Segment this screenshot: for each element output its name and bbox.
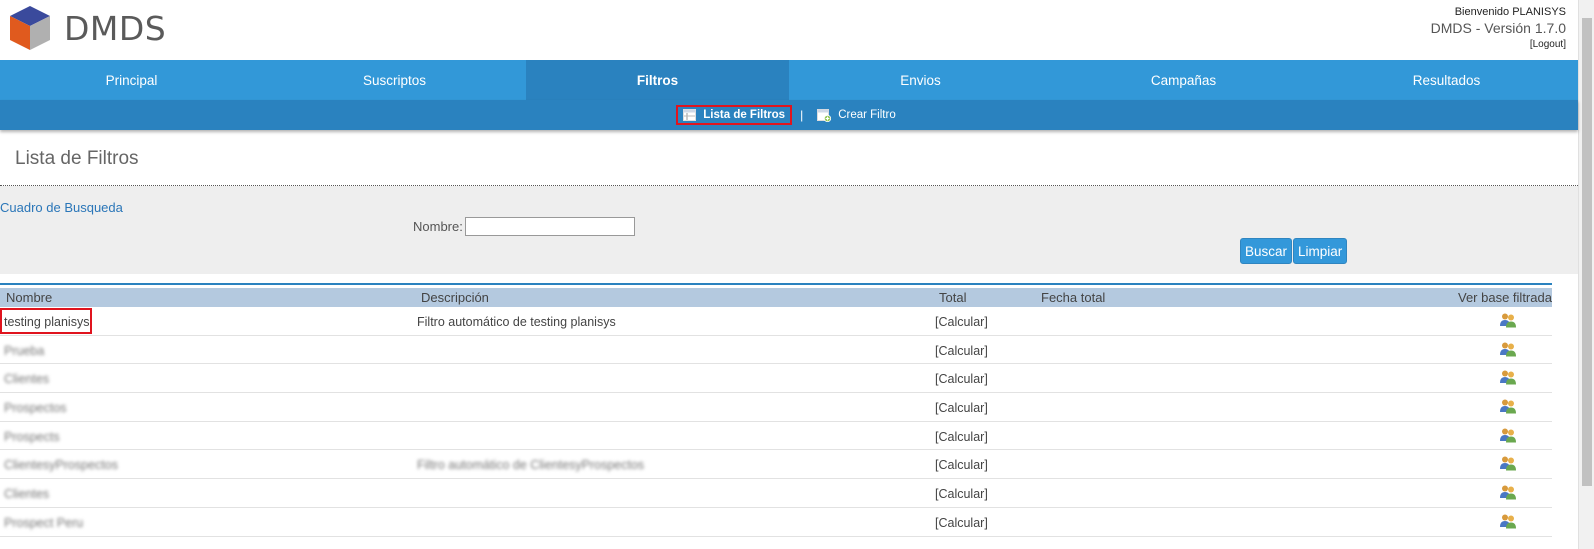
users-icon[interactable] xyxy=(1499,341,1517,360)
calcular-link[interactable]: [Calcular] xyxy=(935,516,988,530)
highlight-box xyxy=(0,308,92,334)
header-nombre: Nombre xyxy=(6,290,53,305)
logo-cube-icon xyxy=(10,6,50,50)
subnav-lista-label: Lista de Filtros xyxy=(703,109,786,121)
search-panel-title: Cuadro de Busqueda xyxy=(0,200,123,215)
table-row: Clientes [Calcular] xyxy=(0,364,1552,394)
users-icon[interactable] xyxy=(1499,484,1517,503)
calcular-link[interactable]: [Calcular] xyxy=(935,487,988,501)
calcular-link[interactable]: [Calcular] xyxy=(935,458,988,472)
welcome-text: Bienvenido PLANISYS xyxy=(1454,6,1566,18)
nav-principal[interactable]: Principal xyxy=(0,60,263,100)
users-icon[interactable] xyxy=(1499,398,1517,417)
scrollbar-thumb[interactable] xyxy=(1582,18,1592,486)
calcular-link[interactable]: [Calcular] xyxy=(935,315,988,329)
nombre-input[interactable] xyxy=(464,217,635,236)
version-text: DMDS - Versión 1.7.0 xyxy=(1430,20,1566,36)
users-icon[interactable] xyxy=(1499,455,1517,474)
scrollbar[interactable] xyxy=(1578,0,1594,549)
logout-link[interactable]: [Logout] xyxy=(1431,39,1566,50)
table-row: ClientesyProspectos Filtro automático de … xyxy=(0,450,1552,480)
main-content: DMDS Bienvenido PLANISYS DMDS - Versión … xyxy=(0,0,1578,549)
divider-line xyxy=(0,283,1552,285)
header: DMDS Bienvenido PLANISYS DMDS - Versión … xyxy=(0,0,1578,60)
subnav-crear-label: Crear Filtro xyxy=(838,109,896,121)
header-fecha-total: Fecha total xyxy=(1041,290,1106,305)
calcular-link[interactable]: [Calcular] xyxy=(935,401,988,415)
calcular-link[interactable]: [Calcular] xyxy=(935,344,988,358)
user-box: Bienvenido PLANISYS DMDS - Versión 1.7.0… xyxy=(1431,6,1566,50)
page-title: Lista de Filtros xyxy=(15,148,139,169)
search-row: Nombre: xyxy=(413,217,635,236)
row-nombre: Clientes xyxy=(4,487,50,502)
table-row: Clientes [Calcular] xyxy=(0,479,1552,508)
users-icon[interactable] xyxy=(1499,427,1517,446)
calcular-link[interactable]: [Calcular] xyxy=(935,430,988,444)
header-total: Total xyxy=(939,290,967,305)
row-descripcion: Filtro automático de testing planisys xyxy=(417,315,616,329)
filters-table: Nombre Descripción Total Fecha total Ver… xyxy=(0,288,1552,537)
limpiar-button[interactable]: Limpiar xyxy=(1293,238,1348,264)
header-descripcion: Descripción xyxy=(421,290,489,305)
logo-text: DMDS xyxy=(64,8,167,48)
nombre-label: Nombre: xyxy=(413,219,463,234)
table-row: Prospect Peru [Calcular] xyxy=(0,508,1552,537)
row-nombre: Prospectos xyxy=(4,401,67,416)
users-icon[interactable] xyxy=(1499,513,1517,532)
row-nombre: Prueba xyxy=(4,343,45,358)
table-row: testing planisys Filtro automático de tes… xyxy=(0,307,1552,336)
row-nombre: Prospects xyxy=(4,429,60,444)
nav-campanas[interactable]: Campañas xyxy=(1052,60,1315,100)
header-ver-base: Ver base filtrada xyxy=(1458,290,1552,305)
nav-envios[interactable]: Envios xyxy=(789,60,1052,100)
subnav-crear-filtro[interactable]: Crear Filtro xyxy=(811,106,902,125)
search-panel: Cuadro de Busqueda Nombre: Buscar Limpia… xyxy=(0,186,1578,274)
sub-nav: Lista de Filtros | Crear Filtro xyxy=(0,100,1578,130)
table-row: Prueba [Calcular] xyxy=(0,336,1552,365)
row-nombre: Prospect Peru xyxy=(4,515,84,530)
add-filter-icon xyxy=(817,108,832,122)
list-icon xyxy=(683,109,697,121)
row-nombre: Clientes xyxy=(4,372,50,387)
nav-suscriptos[interactable]: Suscriptos xyxy=(263,60,526,100)
buscar-button[interactable]: Buscar xyxy=(1240,238,1293,264)
nav-resultados[interactable]: Resultados xyxy=(1315,60,1578,100)
calcular-link[interactable]: [Calcular] xyxy=(935,372,988,386)
users-icon[interactable] xyxy=(1499,369,1517,388)
table-row: Prospects [Calcular] xyxy=(0,422,1552,451)
subnav-separator: | xyxy=(800,108,804,122)
table-header: Nombre Descripción Total Fecha total Ver… xyxy=(0,288,1552,307)
nav-filtros[interactable]: Filtros xyxy=(526,60,789,100)
page: DMDS Bienvenido PLANISYS DMDS - Versión … xyxy=(0,0,1594,549)
logo: DMDS xyxy=(8,4,166,52)
table-body: testing planisys Filtro automático de tes… xyxy=(0,307,1552,537)
row-descripcion: Filtro automático de ClientesyProspectos xyxy=(417,458,645,473)
main-nav: Principal Suscriptos Filtros Envios Camp… xyxy=(0,60,1578,100)
row-nombre: ClientesyProspectos xyxy=(4,458,118,473)
subnav-lista-filtros[interactable]: Lista de Filtros xyxy=(676,105,793,125)
table-row: Prospectos [Calcular] xyxy=(0,393,1552,422)
users-icon[interactable] xyxy=(1499,312,1517,331)
